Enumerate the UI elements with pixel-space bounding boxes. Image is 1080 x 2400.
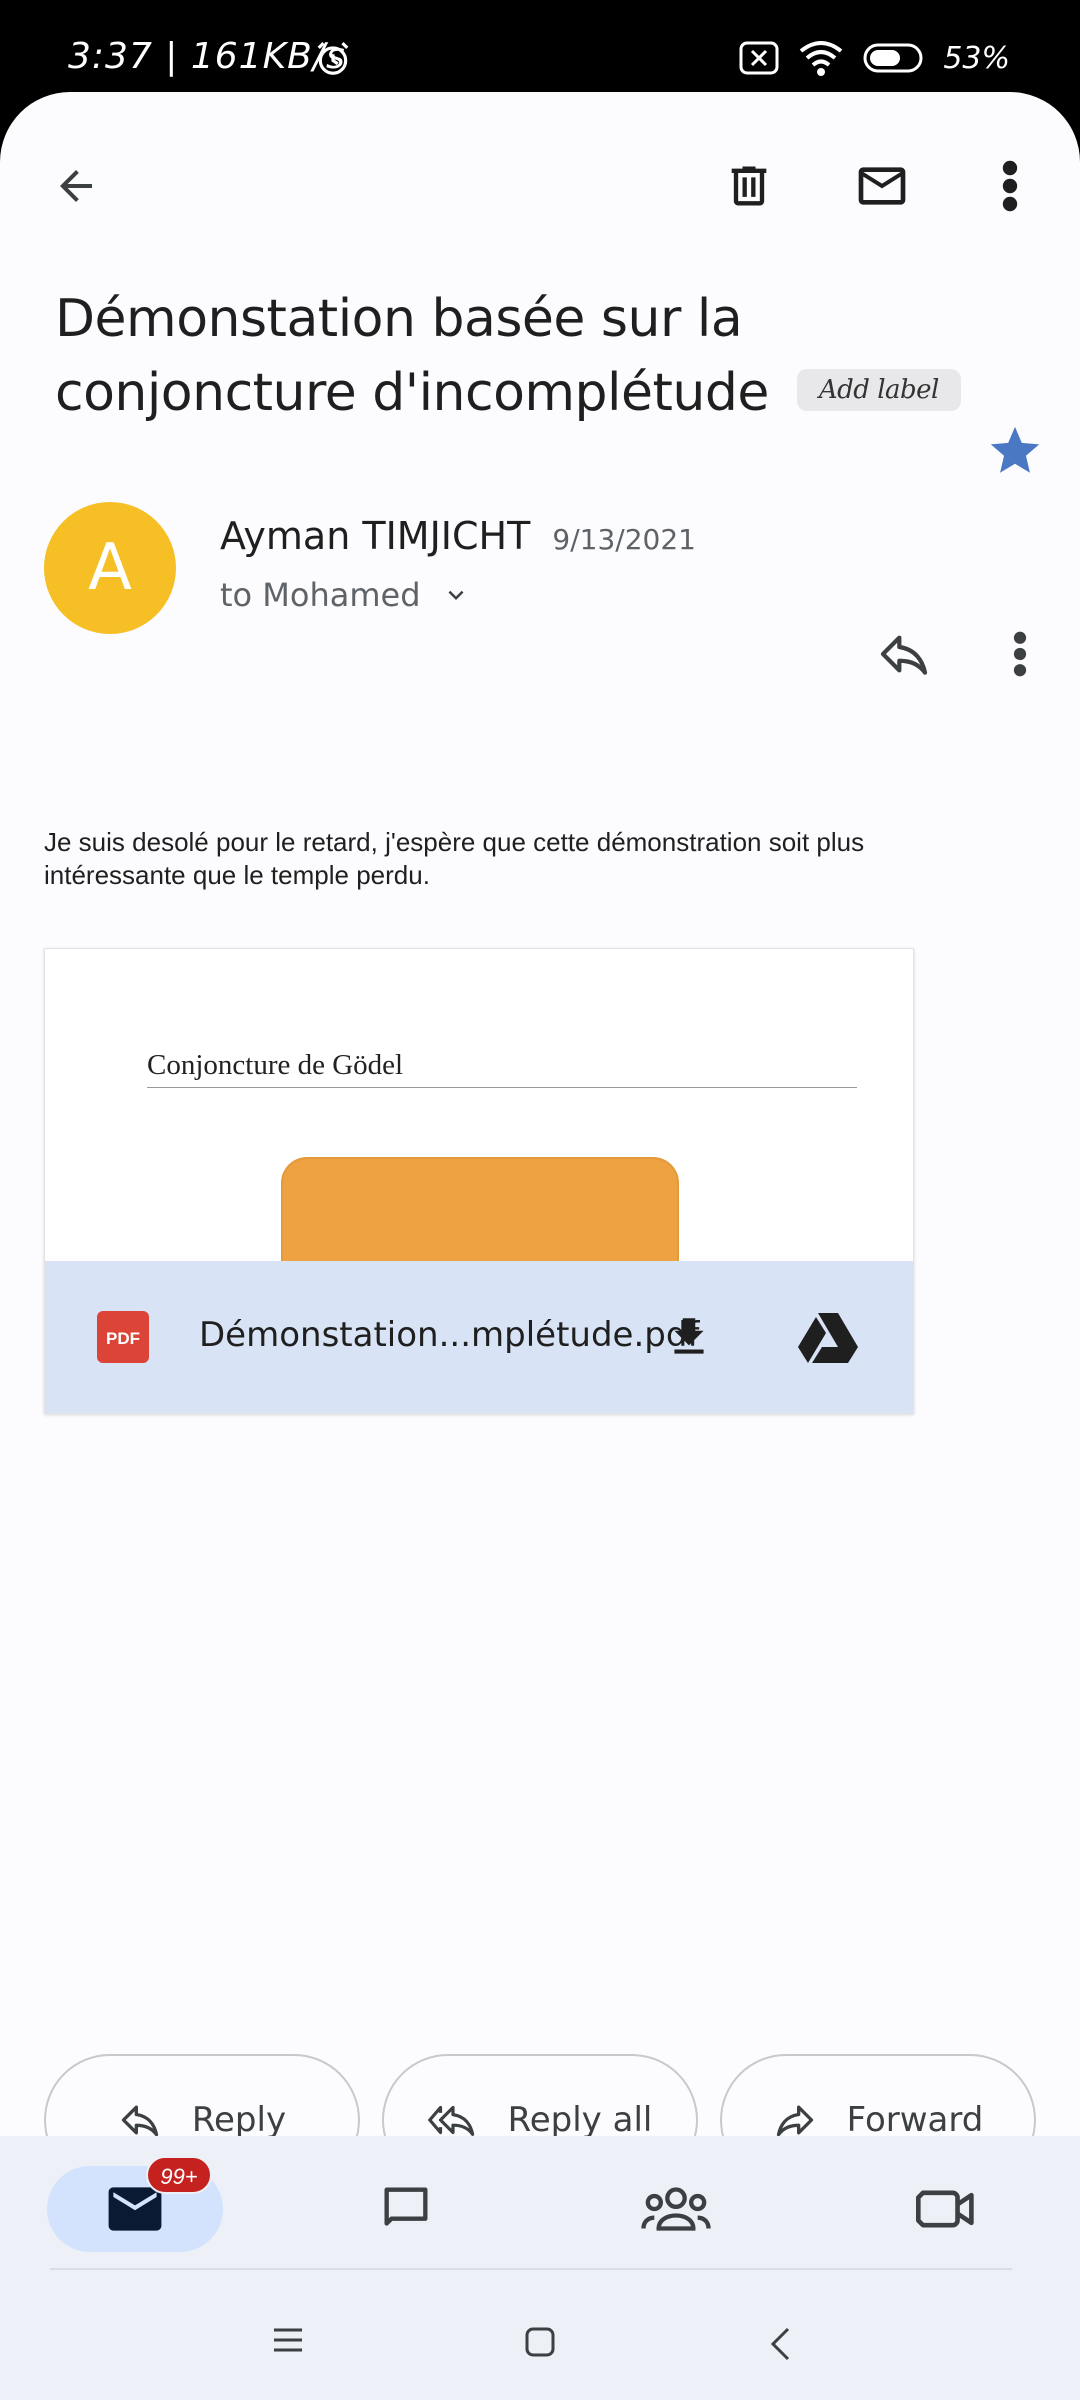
nav-chat[interactable] [318,2166,494,2252]
pdf-type-label: PDF [106,1329,140,1348]
chat-icon [384,2187,428,2226]
sim-off-icon [739,41,779,75]
status-time: 3:37 | 161KB/s [68,36,346,77]
alarm-icon [317,42,349,75]
mail-unread-badge: 99+ [146,2156,212,2194]
recipient-details-toggle[interactable]: to Mohamed [220,576,471,614]
email-subject: Démonstation basée sur la conjoncture d'… [55,282,975,430]
home-square-icon [525,2327,555,2357]
download-button[interactable] [657,1305,721,1369]
more-vert-icon [1002,160,1018,212]
system-home-button[interactable] [524,2326,556,2358]
status-bar: 3:37 | 161KB/s 53% [0,0,1080,100]
attachment-preview-title: Conjoncture de Gödel [147,1049,404,1081]
message-more-button[interactable] [990,618,1050,690]
menu-icon [274,2328,302,2352]
attachment-card[interactable]: Conjoncture de Gödel PDF Démonstation...… [44,948,914,1414]
nav-meet[interactable] [858,2166,1034,2252]
mail-icon [108,2187,162,2231]
arrow-back-icon [60,170,92,202]
drive-icon [798,1313,858,1363]
system-back-button[interactable] [768,2326,792,2362]
star-icon [990,426,1040,473]
pdf-icon: PDF [97,1311,149,1363]
battery-icon [863,43,923,73]
nav-divider [50,2268,1012,2270]
reply-label: Reply [191,2100,287,2140]
mail-icon [858,167,906,205]
spaces-icon [641,2187,711,2231]
mark-unread-button[interactable] [844,148,920,224]
more-options-button[interactable] [980,148,1040,224]
chevron-down-icon [448,590,464,600]
video-camera-icon [916,2190,974,2228]
delete-button[interactable] [713,148,785,224]
reply-all-label: Reply all [507,2100,653,2140]
recipient-text: to Mohamed [220,576,421,614]
sender-header: Ayman TIMJICHT 9/13/2021 [220,514,696,558]
add-label-chip[interactable]: Add label [796,369,961,411]
attachment-filename: Démonstation...mplétude.pdf [199,1315,700,1355]
email-view: Démonstation basée sur la conjoncture d'… [0,92,1080,2400]
forward-label: Forward [846,2100,984,2140]
preview-divider [147,1087,857,1088]
subject-text: Démonstation basée sur la conjoncture d'… [55,289,769,423]
trash-icon [731,166,767,206]
avatar[interactable]: A [44,502,176,634]
top-bar [0,92,1080,267]
email-body: Je suis desolé pour le retard, j'espère … [44,827,865,890]
attachment-footer: PDF Démonstation...mplétude.pdf [45,1261,913,1413]
sender-row: A Ayman TIMJICHT 9/13/2021 to Mohamed [0,502,1080,677]
bottom-nav: 99+ [0,2136,1080,2400]
save-to-drive-button[interactable] [795,1305,861,1369]
wifi-icon [800,41,843,76]
star-button[interactable] [986,422,1044,485]
email-date: 9/13/2021 [552,523,696,556]
status-right: 53% [739,36,1010,80]
more-vert-icon [1013,631,1027,677]
reply-icon [880,635,928,675]
back-chevron-icon [770,2327,790,2361]
system-menu-button[interactable] [272,2326,304,2354]
nav-spaces[interactable] [588,2166,764,2252]
download-icon [674,1318,704,1354]
back-button[interactable] [40,150,112,222]
battery-percent: 53% [943,40,1010,76]
reply-icon-button[interactable] [868,618,940,690]
sender-name: Ayman TIMJICHT [220,514,531,558]
